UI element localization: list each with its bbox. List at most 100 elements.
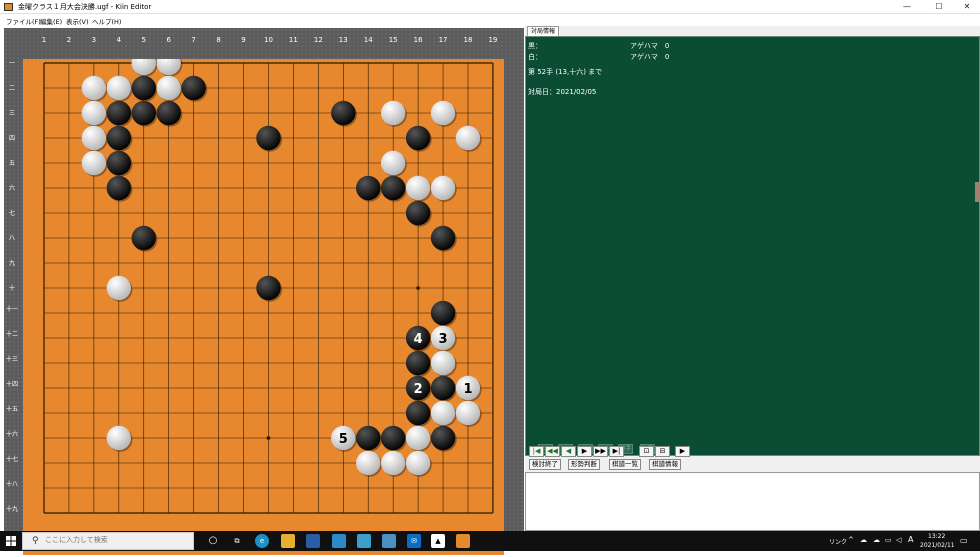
menu-help[interactable]: ヘルプ(H) — [92, 16, 121, 26]
title-bar: 金曜クラス１月大会決勝.ugf - Kiin Editor — ☐ ✕ — [0, 0, 980, 14]
column-label: 13 — [338, 36, 348, 44]
move-number-label: 3 — [439, 332, 448, 347]
row-label: 十九 — [6, 506, 19, 513]
ime-indicator[interactable]: A — [908, 535, 913, 544]
column-label: 14 — [363, 36, 373, 44]
black-stone — [106, 175, 132, 201]
menu-edit[interactable]: 編集(E) — [40, 16, 62, 26]
column-label: 15 — [388, 36, 398, 44]
back-button[interactable]: ◀ — [561, 446, 576, 457]
row-label: 四 — [8, 134, 15, 142]
column-label: 9 — [241, 36, 246, 44]
column-label: 4 — [116, 36, 122, 44]
black-stone — [106, 100, 132, 126]
minimize-button[interactable]: — — [892, 0, 922, 14]
position-judge-button[interactable]: 形勢判断 — [568, 459, 600, 470]
board-grid[interactable]: 4 3 2 1 5 — [23, 50, 504, 555]
clock-time[interactable]: 13:22 — [928, 533, 945, 540]
store-icon[interactable] — [306, 534, 320, 548]
kiin-editor-taskbar-icon[interactable] — [456, 534, 470, 548]
black-stone — [181, 75, 206, 101]
windows-start-icon[interactable] — [6, 536, 16, 546]
white-stone — [356, 450, 381, 476]
app-icon-4[interactable]: ▲ — [431, 534, 445, 548]
black-stone — [405, 400, 431, 426]
play-button[interactable]: ▶ — [675, 446, 690, 457]
app-icon-3[interactable] — [382, 534, 396, 548]
black-stone — [405, 125, 431, 151]
column-label: 7 — [191, 36, 196, 44]
menu-file[interactable]: ファイル(F) — [6, 16, 41, 26]
white-captures: アゲハマ 0 — [630, 53, 670, 61]
taskbar-search[interactable]: ⚲ — [22, 532, 194, 550]
black-stone — [106, 150, 132, 176]
move-number-label: 5 — [339, 432, 348, 447]
forward-button[interactable]: ▶ — [577, 446, 592, 457]
search-icon: ⚲ — [32, 536, 39, 546]
maximize-button[interactable]: ☐ — [924, 0, 954, 14]
window-title: 金曜クラス１月大会決勝.ugf - Kiin Editor — [18, 3, 152, 11]
game-date: 対局日：2021/02/05 — [528, 88, 597, 96]
row-label: 十四 — [6, 381, 19, 388]
forward-ten-button[interactable]: ▶▶ — [593, 446, 608, 457]
app-icon-2[interactable] — [357, 534, 371, 548]
row-label: 五 — [8, 159, 15, 167]
window-edge-fragment — [975, 182, 980, 202]
black-stone — [380, 175, 406, 201]
branch-out-button[interactable]: ⊟ — [655, 446, 670, 457]
branch-in-button[interactable]: ⊡ — [639, 446, 654, 457]
row-label: 十八 — [6, 481, 19, 488]
white-stone — [106, 275, 132, 301]
notification-icon[interactable]: ▭ — [960, 536, 968, 545]
menu-view[interactable]: 表示(V) — [66, 16, 89, 26]
search-input[interactable] — [45, 536, 185, 544]
record-list-button[interactable]: 棋譜一覧 — [609, 459, 641, 470]
first-move-button[interactable]: |◀ — [529, 446, 544, 457]
column-label: 6 — [166, 36, 171, 44]
move-info: 第 52手 (13,十六) まで — [528, 68, 603, 76]
black-stone — [430, 300, 456, 326]
row-label: 八 — [8, 234, 15, 242]
mail-icon[interactable]: ✉ — [407, 534, 421, 548]
network-icon[interactable]: ☁ — [860, 536, 867, 544]
black-stone — [131, 225, 156, 251]
go-board[interactable]: 4 3 2 1 5 — [23, 50, 504, 555]
app-icon-1[interactable] — [332, 534, 346, 548]
comment-area[interactable] — [525, 472, 980, 531]
white-stone — [430, 350, 456, 376]
row-label: 十二 — [6, 331, 19, 338]
row-label: 十五 — [6, 406, 19, 413]
battery-icon[interactable]: ▭ — [885, 536, 892, 544]
cloud-icon[interactable]: ☁ — [873, 536, 880, 544]
black-stone — [156, 100, 181, 126]
black-stone — [256, 125, 281, 151]
black-stone — [380, 425, 406, 451]
close-button[interactable]: ✕ — [952, 0, 980, 14]
back-ten-button[interactable]: ◀◀ — [545, 446, 560, 457]
volume-icon[interactable]: ◁ — [896, 536, 901, 544]
white-stone — [156, 75, 181, 101]
white-stone — [106, 75, 132, 101]
edge-icon[interactable]: e — [255, 534, 269, 548]
black-stone — [331, 100, 356, 126]
black-stone — [430, 375, 456, 401]
column-label: 17 — [438, 36, 448, 44]
white-stone — [430, 175, 456, 201]
cortana-icon[interactable]: ○ — [206, 534, 220, 548]
black-player-label: 黒： — [528, 42, 542, 50]
tray-link-label[interactable]: リンク — [829, 537, 847, 546]
last-move-button[interactable]: ▶| — [609, 446, 624, 457]
end-review-button[interactable]: 検討終了 — [529, 459, 561, 470]
black-stone — [106, 125, 132, 151]
clock-date[interactable]: 2021/02/11 — [920, 542, 955, 549]
white-stone — [455, 400, 481, 426]
move-number-label: 4 — [414, 332, 423, 347]
task-view-icon[interactable]: ⧉ — [230, 534, 244, 548]
row-label: 十三 — [6, 356, 19, 363]
white-stone — [81, 150, 107, 176]
chevron-up-icon[interactable]: ^ — [848, 536, 854, 544]
tab-game-info[interactable]: 対局情報 — [527, 26, 560, 36]
white-stone — [405, 450, 431, 476]
record-info-button[interactable]: 棋譜情報 — [649, 459, 681, 470]
file-explorer-icon[interactable] — [281, 534, 295, 548]
